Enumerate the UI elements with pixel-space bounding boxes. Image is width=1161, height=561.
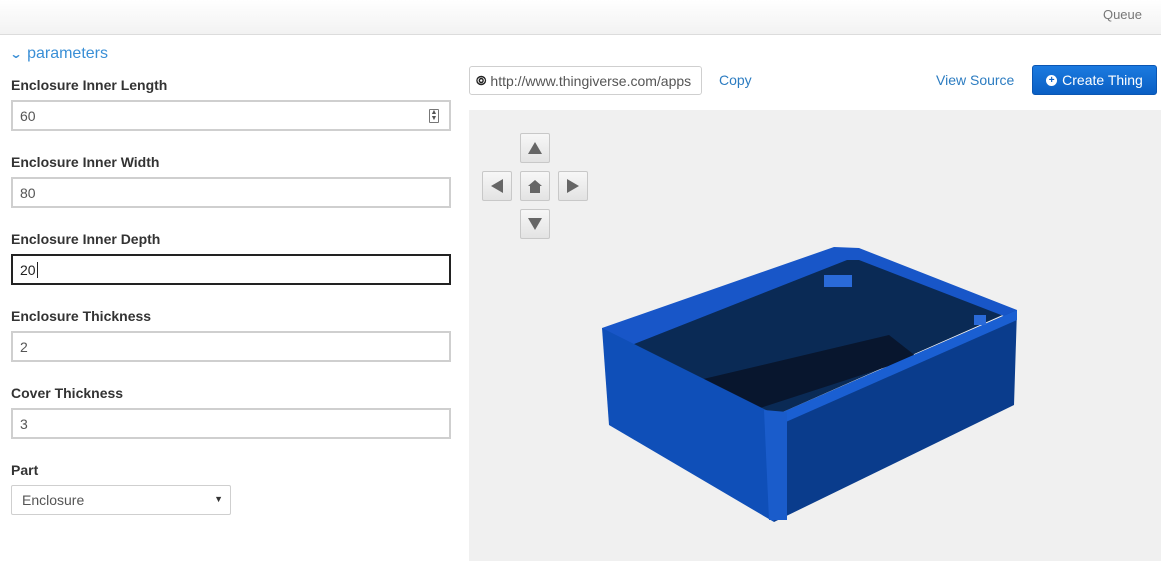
inner-depth-value: 20 xyxy=(20,262,36,278)
copy-link[interactable]: Copy xyxy=(719,72,752,88)
inner-length-input[interactable]: 60 ▲ ▼ xyxy=(11,100,451,131)
inner-length-value: 60 xyxy=(20,108,36,124)
inner-width-input[interactable]: 80 xyxy=(11,177,451,208)
field-label-inner-length: Enclosure Inner Length xyxy=(11,77,168,93)
parameters-header-label: parameters xyxy=(27,45,108,62)
field-label-cover-thickness: Cover Thickness xyxy=(11,385,124,401)
inner-width-value: 80 xyxy=(20,185,36,201)
caret-down-icon: ▼ xyxy=(214,494,223,504)
parameters-toggle[interactable]: ⌄ parameters xyxy=(9,45,108,63)
cover-thickness-input[interactable]: 3 xyxy=(11,408,451,439)
queue-link[interactable]: Queue xyxy=(1103,7,1142,22)
plus-circle-icon: + xyxy=(1046,74,1058,86)
part-selected-value: Enclosure xyxy=(22,492,85,508)
field-label-part: Part xyxy=(11,462,39,478)
cover-thickness-value: 3 xyxy=(20,416,28,432)
stepper-icon[interactable]: ▲ ▼ xyxy=(429,109,439,123)
field-label-thickness: Enclosure Thickness xyxy=(11,308,152,324)
create-thing-label: Create Thing xyxy=(1062,72,1143,88)
share-url-text: http://www.thingiverse.com/apps xyxy=(490,72,692,89)
thickness-input[interactable]: 2 xyxy=(11,331,451,362)
field-label-inner-depth: Enclosure Inner Depth xyxy=(11,231,161,247)
view-source-link[interactable]: View Source xyxy=(936,72,1014,88)
enclosure-model xyxy=(602,247,1017,522)
link-icon: ⦾ xyxy=(476,72,487,88)
field-label-inner-width: Enclosure Inner Width xyxy=(11,154,160,170)
create-thing-button[interactable]: + Create Thing xyxy=(1032,65,1157,95)
thickness-value: 2 xyxy=(20,339,28,355)
text-cursor xyxy=(36,262,38,278)
part-select[interactable]: Enclosure ▼ xyxy=(11,485,231,515)
share-url-field[interactable]: ⦾ http://www.thingiverse.com/apps xyxy=(469,66,702,95)
model-viewer[interactable] xyxy=(469,110,1161,561)
top-bar: Queue xyxy=(0,0,1161,35)
inner-depth-input[interactable]: 20 xyxy=(11,254,451,285)
chevron-down-icon: ⌄ xyxy=(9,47,23,61)
